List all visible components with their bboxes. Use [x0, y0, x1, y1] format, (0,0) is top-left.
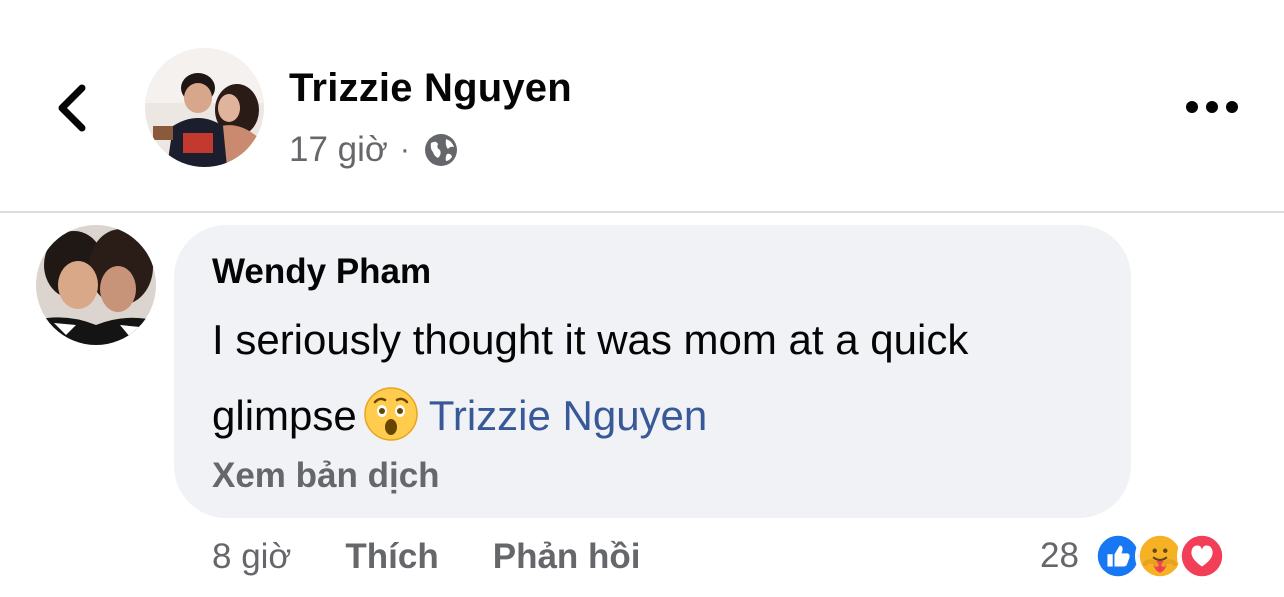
reaction-summary[interactable]: 28 [1040, 530, 1227, 582]
comment-text-line2: glimpse [212, 392, 357, 439]
more-horizontal-icon [1186, 101, 1238, 113]
chevron-left-icon [58, 84, 86, 132]
post-time[interactable]: 17 giờ [289, 130, 388, 170]
commenter-avatar[interactable] [36, 225, 156, 345]
author-name[interactable]: Trizzie Nguyen [289, 66, 572, 111]
header-divider [0, 211, 1284, 213]
comment-actions: 8 giờ Thích Phản hồi [212, 534, 641, 580]
globe-icon [424, 134, 457, 166]
comment-text-line1: I seriously thought it was mom at a quic… [212, 316, 969, 363]
like-button[interactable]: Thích [345, 537, 438, 577]
comment-time[interactable]: 8 giờ [212, 537, 291, 577]
see-translation-link[interactable]: Xem bản dịch [212, 456, 440, 496]
love-icon [1176, 531, 1227, 581]
author-avatar[interactable] [145, 48, 264, 167]
mention-link[interactable]: Trizzie Nguyen [429, 392, 708, 439]
back-button[interactable] [50, 80, 94, 136]
meta-separator: · [399, 133, 410, 166]
post-meta: 17 giờ · [289, 128, 460, 172]
more-options-button[interactable] [1184, 94, 1240, 120]
reaction-count: 28 [1040, 536, 1079, 575]
comment-text: I seriously thought it was mom at a quic… [212, 302, 1112, 454]
reply-button[interactable]: Phản hồi [493, 537, 641, 577]
hushed-face-emoji [363, 387, 418, 441]
post-header: Trizzie Nguyen 17 giờ · [0, 0, 1284, 212]
commenter-name[interactable]: Wendy Pham [212, 252, 431, 292]
